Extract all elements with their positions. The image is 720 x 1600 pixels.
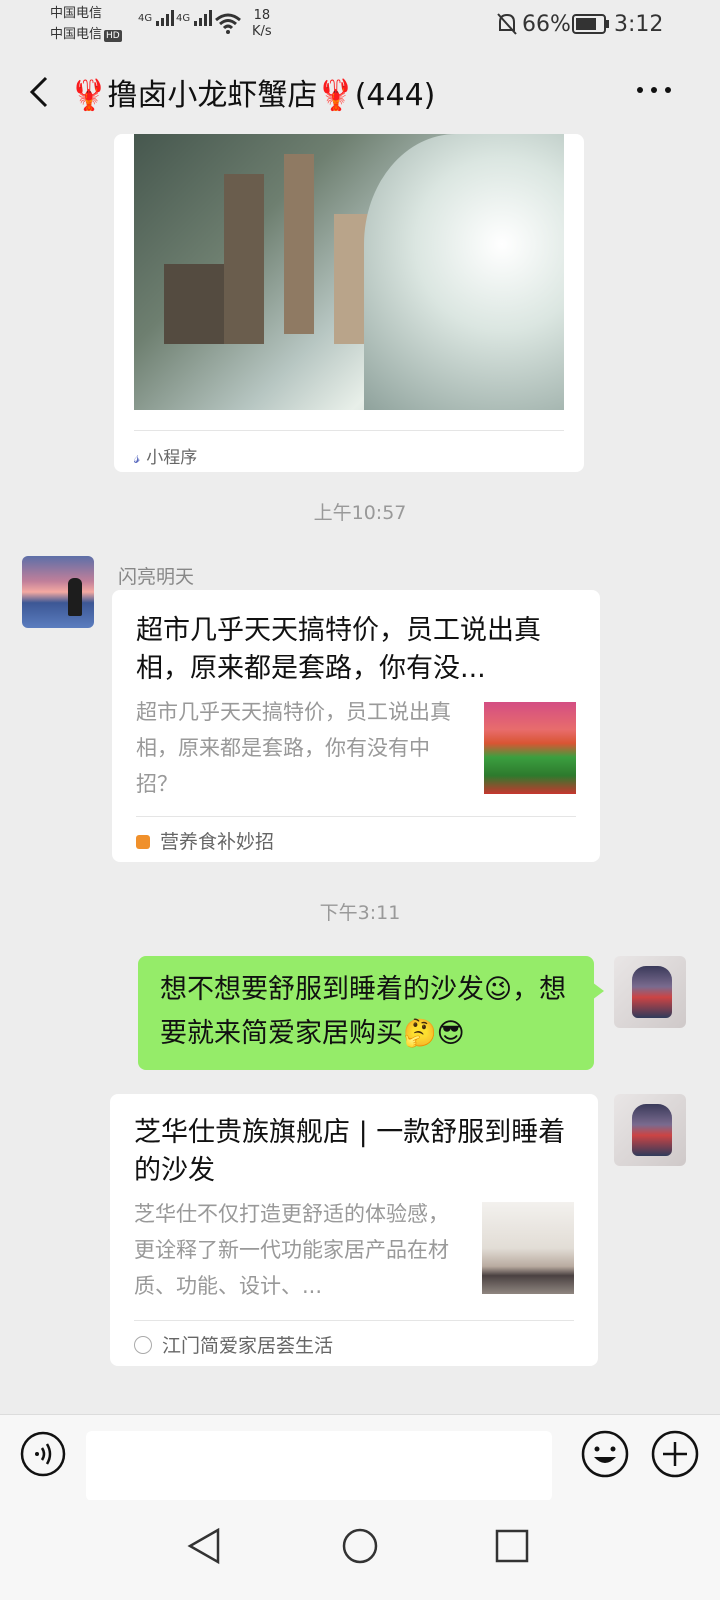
mini-program-footer: 𝓈 小程序 xyxy=(134,430,564,468)
source-name: 江门简爱家居荟生活 xyxy=(162,1335,334,1357)
clock: 3:12 xyxy=(614,12,664,37)
carrier-2-label: 中国电信 xyxy=(50,27,103,42)
plus-icon[interactable] xyxy=(650,1429,700,1479)
nav-home-icon[interactable] xyxy=(340,1526,380,1566)
network-type-2: 4G xyxy=(176,13,191,24)
mini-program-card[interactable]: 𝓈 小程序 xyxy=(114,134,584,472)
network-speed: 18 K/s xyxy=(252,8,272,40)
signal-1-icon: 4G xyxy=(138,10,175,26)
chat-header: 🦞撸卤小龙虾蟹店🦞(444) xyxy=(0,48,720,134)
timestamp-1: 上午10:57 xyxy=(313,502,407,524)
avatar[interactable] xyxy=(22,556,94,628)
voice-input-icon[interactable] xyxy=(20,1431,66,1477)
more-options-icon[interactable] xyxy=(634,80,674,100)
chat-title: 🦞撸卤小龙虾蟹店🦞(444) xyxy=(70,78,436,113)
article-description: 超市几乎天天搞特价，员工说出真相，原来都是套路，你有没有中招？ xyxy=(136,700,451,796)
battery-percent: 66% xyxy=(522,12,571,37)
chat-area[interactable]: 𝓈 小程序 上午10:57 闪亮明天 超市几乎天天搞特价，员工说出真相，原来都是套… xyxy=(0,134,720,1414)
source-icon xyxy=(136,835,150,849)
article-title: 芝华仕贵族旗舰店 | 一款舒服到睡着的沙发 xyxy=(134,1117,566,1186)
message-text: 想不想要舒服到睡着的沙发😉，想要就来简爱家居购买🤔😎 xyxy=(160,974,567,1049)
signal-2-icon: 4G xyxy=(176,10,213,26)
back-arrow-icon[interactable] xyxy=(24,72,58,112)
mute-bell-icon xyxy=(497,13,517,35)
hd-badge: HD xyxy=(104,30,122,42)
article-thumbnail xyxy=(482,1202,574,1294)
article-title: 超市几乎天天搞特价，员工说出真相，原来都是套路，你有没... xyxy=(136,615,541,684)
text-message-bubble[interactable]: 想不想要舒服到睡着的沙发😉，想要就来简爱家居购买🤔😎 xyxy=(138,956,604,1070)
carrier-1: 中国电信 xyxy=(50,6,103,21)
source-name: 营养食补妙招 xyxy=(160,831,275,853)
source-icon xyxy=(134,1336,152,1354)
article-card-1[interactable]: 超市几乎天天搞特价，员工说出真相，原来都是套路，你有没... 超市几乎天天搞特价… xyxy=(112,590,600,862)
wifi-icon xyxy=(215,13,241,34)
mini-program-icon: 𝓈 xyxy=(134,448,141,468)
article-source: 营养食补妙招 xyxy=(136,816,576,854)
speed-unit: K/s xyxy=(252,24,272,39)
article-source: 江门简爱家居荟生活 xyxy=(134,1320,574,1358)
article-card-2[interactable]: 芝华仕贵族旗舰店 | 一款舒服到睡着的沙发 芝华仕不仅打造更舒适的体验感，更诠释… xyxy=(110,1094,598,1366)
article-description: 芝华仕不仅打造更舒适的体验感，更诠释了新一代功能家居产品在材质、功能、设计、..… xyxy=(134,1202,449,1298)
sender-name: 闪亮明天 xyxy=(118,566,195,588)
input-bar xyxy=(0,1414,720,1501)
system-nav-bar xyxy=(0,1500,720,1600)
carrier-2: 中国电信 HD xyxy=(50,27,122,43)
self-avatar[interactable] xyxy=(614,1094,686,1166)
nav-back-icon[interactable] xyxy=(186,1526,222,1566)
article-thumbnail xyxy=(484,702,576,794)
timestamp-2: 下午3:11 xyxy=(319,902,401,924)
speed-value: 18 xyxy=(253,8,271,23)
status-bar: 中国电信 中国电信 HD 4G 4G 18 K/s 66% 3:12 xyxy=(0,0,720,48)
emoji-icon[interactable] xyxy=(580,1429,630,1479)
mini-program-label: 小程序 xyxy=(146,448,198,468)
mini-program-image xyxy=(134,134,564,410)
battery-icon xyxy=(572,14,609,34)
network-type-1: 4G xyxy=(138,13,153,24)
self-avatar[interactable] xyxy=(614,956,686,1028)
message-input[interactable] xyxy=(86,1431,552,1501)
nav-recent-apps-icon[interactable] xyxy=(494,1528,530,1564)
